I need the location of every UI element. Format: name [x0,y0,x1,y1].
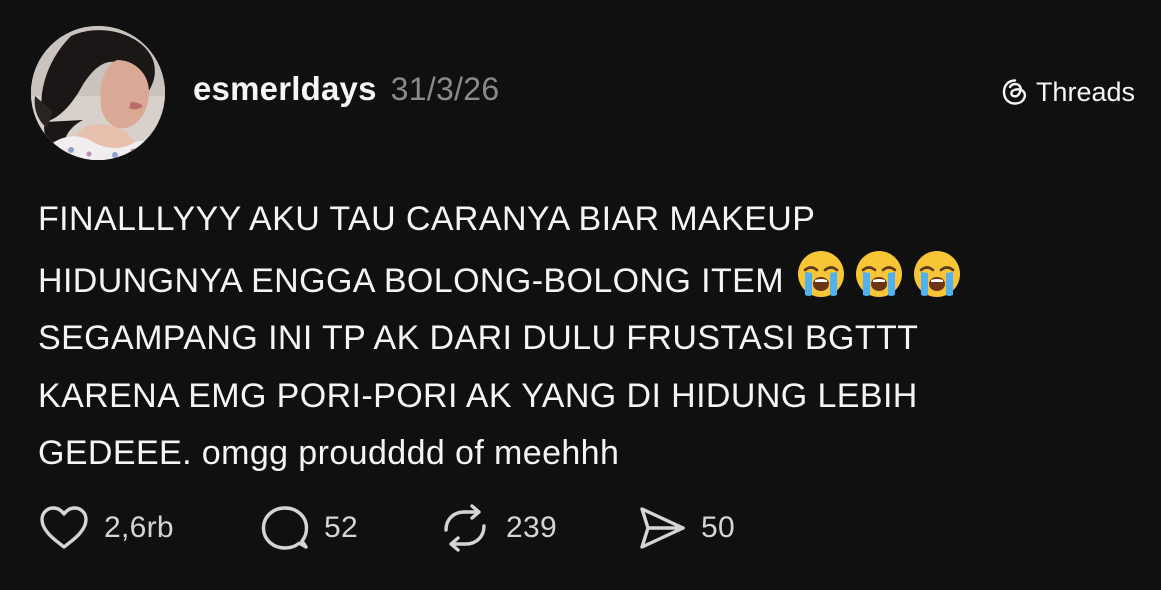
loudly-crying-face-icon [855,250,902,297]
repost-button[interactable]: 239 [438,503,637,553]
post-text-line: FINALLLYYY AKU TAU CARANYA BIAR MAKEUP [38,200,816,238]
post-text-line: SEGAMPANG INI TP AK DARI DULU FRUSTASI B… [38,319,919,357]
post-text-segment: HIDUNGNYA ENGGA BOLONG-BOLONG ITEM [38,261,784,300]
post-actions: 2,6rb 52 239 50 [38,500,735,556]
send-icon [640,507,685,549]
post-text-line: GEDEEE. omgg proudddd of meehhh [38,434,620,472]
threads-brand: Threads [1000,74,1135,110]
heart-icon [40,506,88,549]
avatar[interactable] [31,26,165,160]
reply-button[interactable]: 52 [260,503,438,553]
comment-icon [261,506,309,550]
username[interactable]: esmerldays [193,70,377,108]
post-text-line: HIDUNGNYA ENGGA BOLONG-BOLONG ITEM [38,249,1128,311]
post-text: FINALLLYYY AKU TAU CARANYA BIAR MAKEUP H… [38,191,1128,483]
like-count: 2,6rb [104,511,174,544]
avatar-photo [31,26,165,160]
repost-icon [444,504,486,552]
threads-logo-icon [1002,79,1027,105]
emoji-group [796,249,962,299]
share-count: 50 [701,511,735,544]
post-text-line: KARENA EMG PORI-PORI AK YANG DI HIDUNG L… [38,376,918,415]
post-date: 31/3/26 [390,71,500,107]
post-header: esmerldays 31/3/26 [193,70,500,114]
repost-count: 239 [506,511,557,544]
threads-label: Threads [1035,76,1135,107]
like-button[interactable]: 2,6rb [38,504,260,552]
share-button[interactable]: 50 [637,504,735,552]
reply-count: 52 [324,511,358,544]
loudly-crying-face-icon [913,250,960,297]
loudly-crying-face-icon [797,250,844,297]
threads-post-card: esmerldays 31/3/26 Threads FINALLLYYY AK… [0,0,1161,590]
